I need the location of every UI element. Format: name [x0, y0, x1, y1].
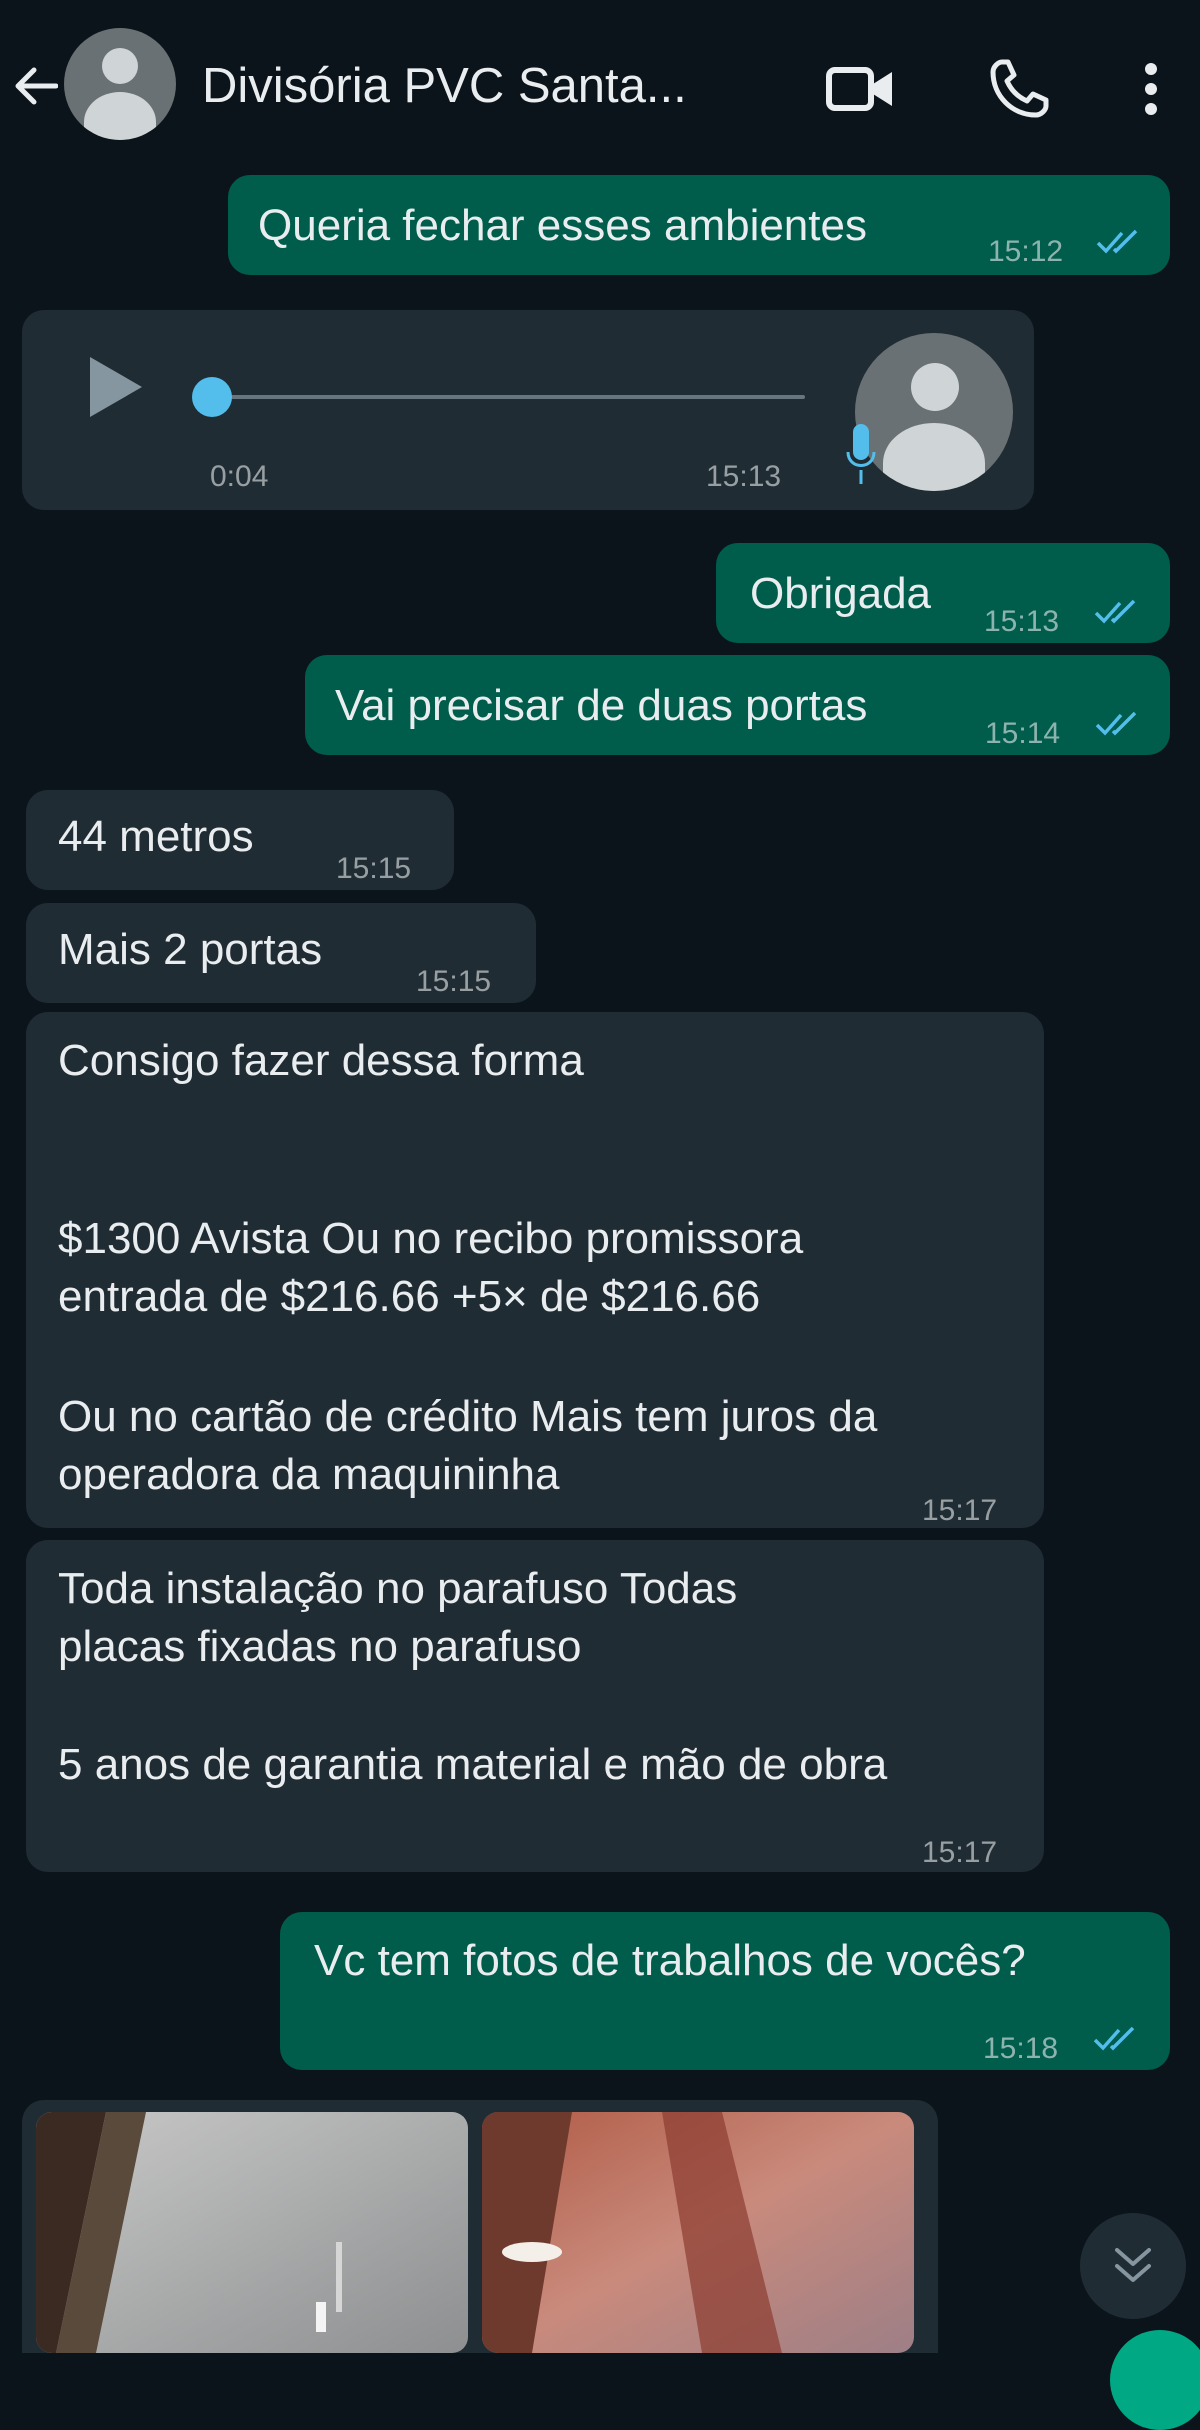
- message-time: 15:18: [983, 2032, 1059, 2065]
- voice-progress-knob[interactable]: [192, 377, 232, 417]
- sender-avatar: [855, 333, 1013, 491]
- mic-icon: [846, 424, 876, 484]
- message-time: 15:13: [706, 460, 782, 493]
- photo-thumbnail[interactable]: [482, 2112, 914, 2353]
- message-bubble[interactable]: Vc tem fotos de trabalhos de vocês? 15:1…: [280, 1912, 1170, 2070]
- message-text: Vai precisar de duas portas: [335, 681, 868, 730]
- message-text-line: Toda instalação no parafuso Todas: [58, 1564, 738, 1613]
- message-text: Mais 2 portas: [58, 925, 323, 974]
- message-time: 15:12: [988, 235, 1064, 268]
- play-icon[interactable]: [90, 357, 142, 417]
- chat-header: Divisória PVC Santa...: [0, 0, 1200, 175]
- message-text-line: operadora da maquininha: [58, 1450, 560, 1499]
- contact-avatar[interactable]: [64, 28, 176, 140]
- contact-name[interactable]: Divisória PVC Santa...: [202, 58, 687, 114]
- message-time: 15:13: [984, 605, 1060, 638]
- message-time: 15:17: [922, 1494, 998, 1527]
- message-text: Queria fechar esses ambientes: [258, 201, 867, 250]
- read-ticks-icon: [1096, 229, 1138, 254]
- scroll-down-button[interactable]: [1080, 2213, 1186, 2319]
- message-text-line: placas fixadas no parafuso: [58, 1622, 582, 1671]
- video-call-icon[interactable]: [826, 54, 896, 124]
- message-bubble[interactable]: Mais 2 portas 15:15: [26, 903, 536, 1003]
- message-time: 15:15: [336, 852, 412, 885]
- message-bubble[interactable]: 44 metros 15:15: [26, 790, 454, 890]
- message-bubble[interactable]: Toda instalação no parafuso Todas placas…: [26, 1540, 1044, 1872]
- message-bubble[interactable]: Consigo fazer dessa forma $1300 Avista O…: [26, 1012, 1044, 1528]
- phone-icon[interactable]: [984, 54, 1054, 124]
- voice-progress-track[interactable]: [210, 395, 805, 399]
- arrow-left-icon[interactable]: [8, 56, 64, 116]
- message-text: Obrigada: [750, 569, 932, 618]
- read-ticks-icon: [1095, 711, 1137, 736]
- message-text: Vc tem fotos de trabalhos de vocês?: [314, 1936, 1026, 1985]
- message-text-line: Consigo fazer dessa forma: [58, 1036, 584, 1085]
- compose-button[interactable]: [1110, 2330, 1200, 2430]
- message-bubble[interactable]: Vai precisar de duas portas 15:14: [305, 655, 1170, 755]
- message-text: 44 metros: [58, 812, 254, 861]
- photo-thumbnail[interactable]: [36, 2112, 468, 2353]
- message-text-line: Ou no cartão de crédito Mais tem juros d…: [58, 1392, 878, 1441]
- message-time: 15:15: [416, 965, 492, 998]
- message-bubble[interactable]: Obrigada 15:13: [716, 543, 1170, 643]
- message-text-line: entrada de $216.66 +5× de $216.66: [58, 1272, 761, 1321]
- read-ticks-icon: [1094, 599, 1136, 624]
- more-vert-icon[interactable]: [1116, 54, 1186, 124]
- message-time: 15:14: [985, 717, 1061, 750]
- double-chevron-down-icon: [1115, 2248, 1151, 2282]
- read-ticks-icon: [1093, 2026, 1135, 2051]
- message-bubble[interactable]: Queria fechar esses ambientes 15:12: [228, 175, 1170, 275]
- message-text-line: 5 anos de garantia material e mão de obr…: [58, 1740, 888, 1789]
- message-time: 15:17: [922, 1836, 998, 1869]
- message-text-line: $1300 Avista Ou no recibo promissora: [58, 1214, 804, 1263]
- voice-duration: 0:04: [210, 460, 269, 493]
